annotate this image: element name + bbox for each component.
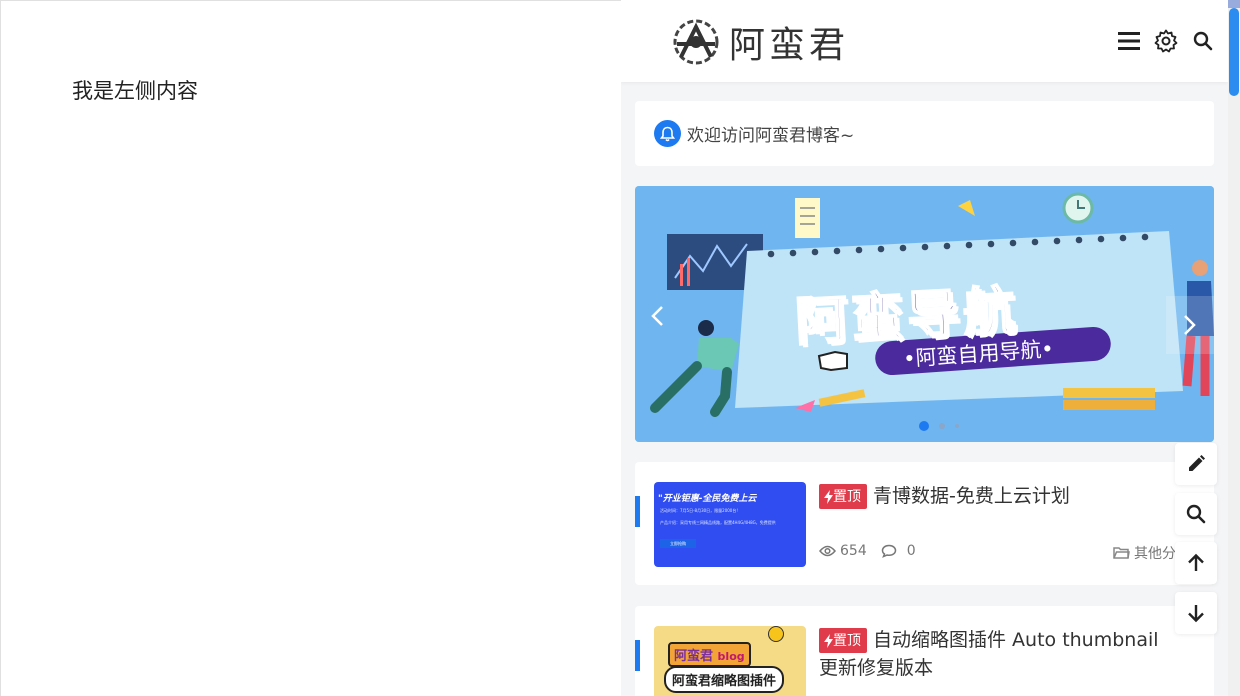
thumb-title: "开业钜惠-全民免费上云 — [658, 494, 757, 504]
post-title-text: 自动缩略图插件 Auto thumbnail 更新修复版本 — [819, 629, 1159, 679]
post-category[interactable]: 其他分 — [1113, 543, 1176, 563]
thumb-button: 立即抢购 — [660, 539, 696, 548]
arrow-down-icon — [1188, 605, 1204, 623]
post-thumbnail[interactable]: "开业钜惠-全民免费上云 活动时间：7月5日-8月30日，限量2000台! 产品… — [654, 482, 806, 567]
views-value: 654 — [840, 543, 867, 559]
eye-icon — [819, 545, 836, 557]
card-accent-bar — [635, 496, 640, 527]
carousel-dot[interactable] — [955, 424, 959, 428]
thumb-brand-text: 阿蛮君 — [674, 649, 714, 664]
post-meta: 654 0 — [819, 543, 930, 559]
scrollbar[interactable] — [1228, 0, 1240, 696]
left-content-text: 我是左侧内容 — [72, 79, 198, 103]
carousel-dot[interactable] — [919, 421, 929, 431]
scrollbar-cap — [1228, 0, 1240, 8]
banner-carousel[interactable]: 阿蛮导航 •阿蛮自用导航• — [635, 186, 1214, 442]
logo-text: 阿蛮君 — [729, 25, 850, 66]
pinned-badge-label: 置顶 — [833, 632, 861, 649]
arrow-up-icon — [1188, 553, 1204, 571]
edit-icon — [1189, 455, 1205, 471]
header-actions — [1117, 26, 1228, 56]
post-thumbnail[interactable]: 阿蛮君 blog 阿蛮君缩略图插件 — [654, 626, 806, 696]
scroll-bottom-button[interactable] — [1175, 592, 1217, 634]
pinned-badge: 置顶 — [819, 484, 867, 509]
carousel-dots — [919, 421, 969, 431]
thumb-line: 产品介绍：采用专线三网精品线路，配置4H4G/4H8G，免费提供 — [660, 520, 776, 525]
post-card[interactable]: "开业钜惠-全民免费上云 活动时间：7月5日-8月30日，限量2000台! 产品… — [635, 462, 1214, 585]
post-title[interactable]: 置顶 自动缩略图插件 Auto thumbnail 更新修复版本 — [819, 626, 1180, 682]
comments-count: 0 — [881, 543, 916, 559]
carousel-next-button[interactable] — [1166, 296, 1214, 354]
site-logo[interactable]: 阿蛮君 — [671, 14, 849, 70]
left-content-area: 我是左侧内容 — [0, 0, 621, 696]
lightning-icon — [824, 633, 833, 648]
pinned-badge: 置顶 — [819, 628, 867, 653]
comment-icon — [881, 544, 896, 558]
search-float-button[interactable] — [1175, 493, 1217, 535]
thumb-brand: 阿蛮君 blog — [668, 642, 751, 667]
edit-button[interactable] — [1175, 443, 1217, 485]
category-label: 其他分 — [1134, 546, 1176, 562]
comments-value: 0 — [906, 543, 916, 559]
search-icon[interactable] — [1191, 29, 1215, 53]
thumb-line: 活动时间：7月5日-8月30日，限量2000台! — [660, 508, 738, 513]
post-title[interactable]: 置顶 青博数据-免费上云计划 — [819, 482, 1180, 510]
logo-mark-icon — [673, 19, 719, 65]
lightning-icon — [824, 489, 833, 504]
bell-icon — [654, 120, 681, 147]
carousel-prev-button[interactable] — [643, 301, 671, 331]
views-count: 654 — [819, 543, 867, 559]
post-card[interactable]: 阿蛮君 blog 阿蛮君缩略图插件 置顶 自动缩略图插件 Auto thumbn… — [635, 606, 1214, 696]
site-header: 阿蛮君 — [621, 0, 1228, 82]
folder-icon — [1113, 547, 1130, 559]
thumb-blog-text: blog — [717, 650, 745, 663]
card-accent-bar — [635, 640, 640, 671]
gear-icon[interactable] — [1154, 29, 1178, 53]
post-title-text: 青博数据-免费上云计划 — [873, 485, 1070, 507]
carousel-dot[interactable] — [939, 423, 945, 429]
blog-panel: 阿蛮君 欢迎访问阿蛮君博客~ 阿蛮导航 •阿蛮自用导航• "开业钜惠-全民免费上… — [621, 0, 1240, 696]
notice-text: 欢迎访问阿蛮君博客~ — [687, 126, 855, 146]
scrollbar-thumb[interactable] — [1229, 8, 1239, 96]
search-icon — [1186, 504, 1206, 524]
sun-shape — [768, 626, 784, 642]
pinned-badge-label: 置顶 — [833, 488, 861, 505]
thumb-caption: 阿蛮君缩略图插件 — [664, 666, 785, 693]
notice-bar: 欢迎访问阿蛮君博客~ — [635, 101, 1214, 166]
menu-icon[interactable] — [1117, 29, 1141, 53]
scroll-top-button[interactable] — [1175, 542, 1217, 584]
